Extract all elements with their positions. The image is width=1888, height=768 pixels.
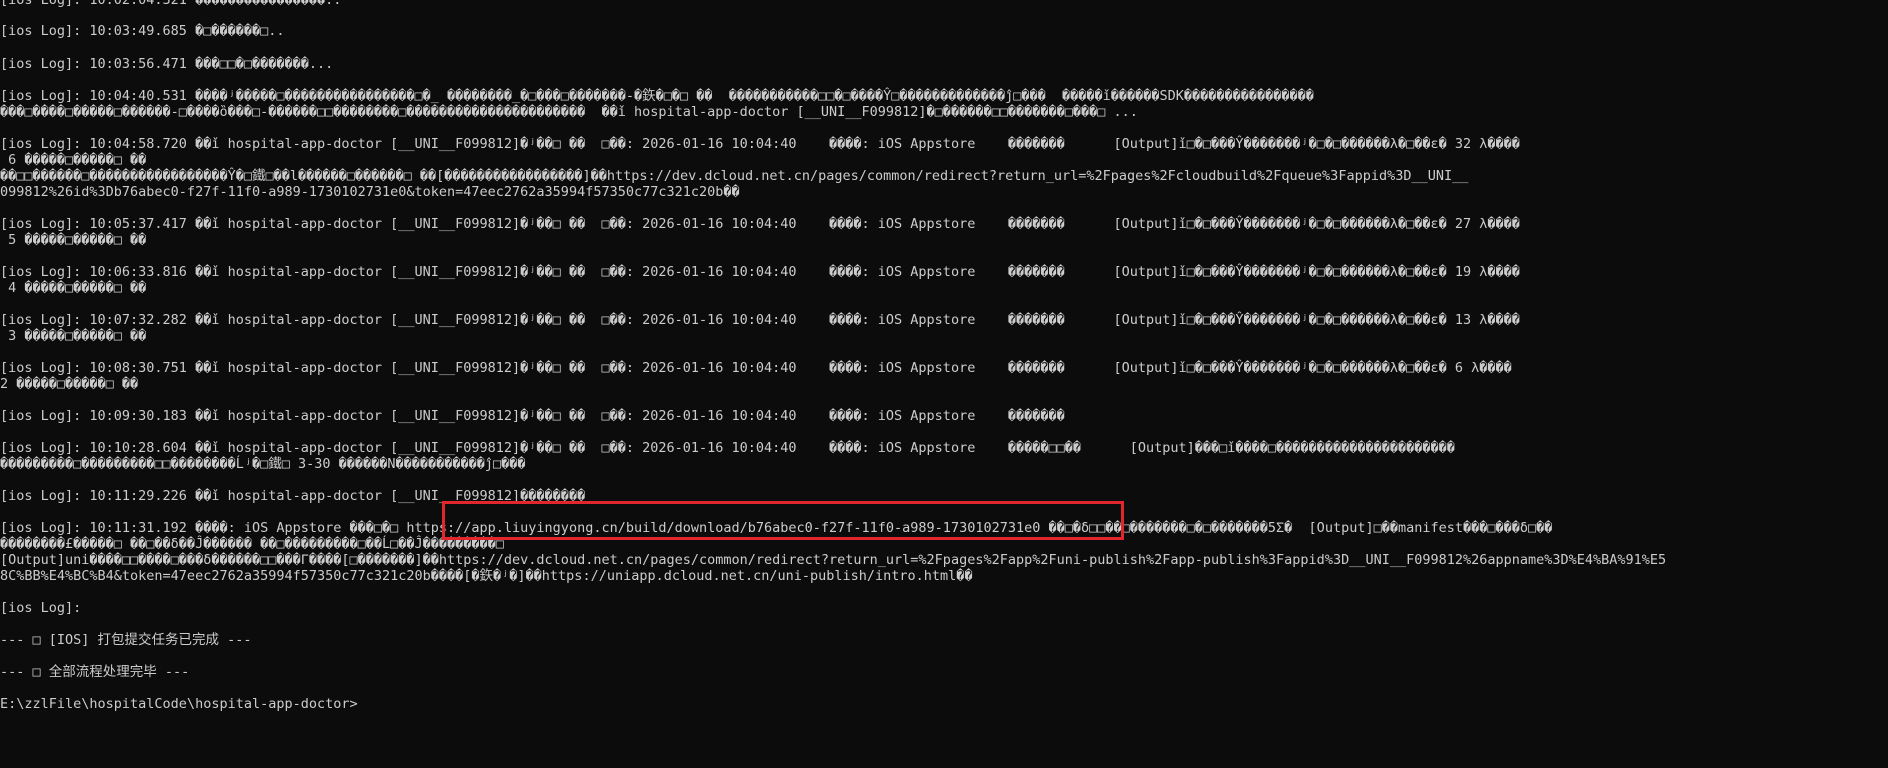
log-line: [ios Log]: 10:10:28.604 ��ǐ hospital-app… — [0, 440, 1455, 456]
log-line: 099812%26id%3Db76abec0-f27f-11f0-a989-17… — [0, 184, 740, 200]
log-line: [ios Log]: 10:11:29.226 ��ǐ hospital-app… — [0, 488, 586, 504]
log-line: 5 �����□�����□ �� — [0, 232, 147, 248]
log-line: [ios Log]: 10:04:58.720 ��ǐ hospital-app… — [0, 136, 1520, 152]
log-line: ��□□������□�����������������Ŷ�□鐵□��l����… — [0, 168, 1469, 184]
log-line: 3 �����□�����□ �� — [0, 328, 147, 344]
log-line: 2 �����□�����□ �� — [0, 376, 139, 392]
log-line: ���������□���������□□��������Ĺʲ�□鐵□ 3-30… — [0, 456, 526, 472]
log-line: [ios Log]: 10:05:37.417 ��ǐ hospital-app… — [0, 216, 1520, 232]
log-line: [ios Log]: 10:04:40.531 ����ʲ�����□�����… — [0, 88, 1314, 104]
log-line: [ios Log]: — [0, 600, 82, 616]
log-line: ��������£�����□ ��□��δ��Ĵ������ ��□�����… — [0, 536, 504, 552]
log-line: [ios Log]: 10:09:30.183 ��ǐ hospital-app… — [0, 408, 1065, 424]
log-line: ���□����□�����□������-□����ȍ���□-������□… — [0, 104, 1138, 120]
log-line: [ios Log]: 10:07:32.282 ��ǐ hospital-app… — [0, 312, 1520, 328]
log-line: [ios Log]: 10:03:49.685 �□������□.. — [0, 23, 285, 39]
log-line: [ios Log]: 10:08:30.751 ��ǐ hospital-app… — [0, 360, 1512, 376]
log-line: [ios Log]: 10:06:33.816 ��ǐ hospital-app… — [0, 264, 1520, 280]
status-line: --- □ [IOS] 打包提交任务已完成 --- — [0, 632, 252, 648]
command-prompt[interactable]: E:\zzlFile\hospitalCode\hospital-app-doc… — [0, 696, 358, 712]
log-line: 4 �����□�����□ �� — [0, 280, 147, 296]
status-line: --- □ 全部流程处理完毕 --- — [0, 664, 190, 680]
log-line: [Output]uni����□□����□���δ������□□���Γ��… — [0, 552, 1667, 568]
terminal-window[interactable]: [ios Log]: 10:02:04.321 ����������������… — [0, 0, 1888, 768]
log-line: [ios Log]: 10:11:31.192 ����: iOS Appsto… — [0, 520, 1553, 536]
log-line: 8C%BB%E4%BC%B4&token=47eec2762a35994f573… — [0, 568, 973, 584]
log-line: 6 �����□�����□ �� — [0, 152, 147, 168]
log-line: [ios Log]: 10:02:04.321 ����������������… — [0, 0, 342, 8]
log-line: [ios Log]: 10:03:56.471 ���□□�□�������..… — [0, 56, 334, 72]
